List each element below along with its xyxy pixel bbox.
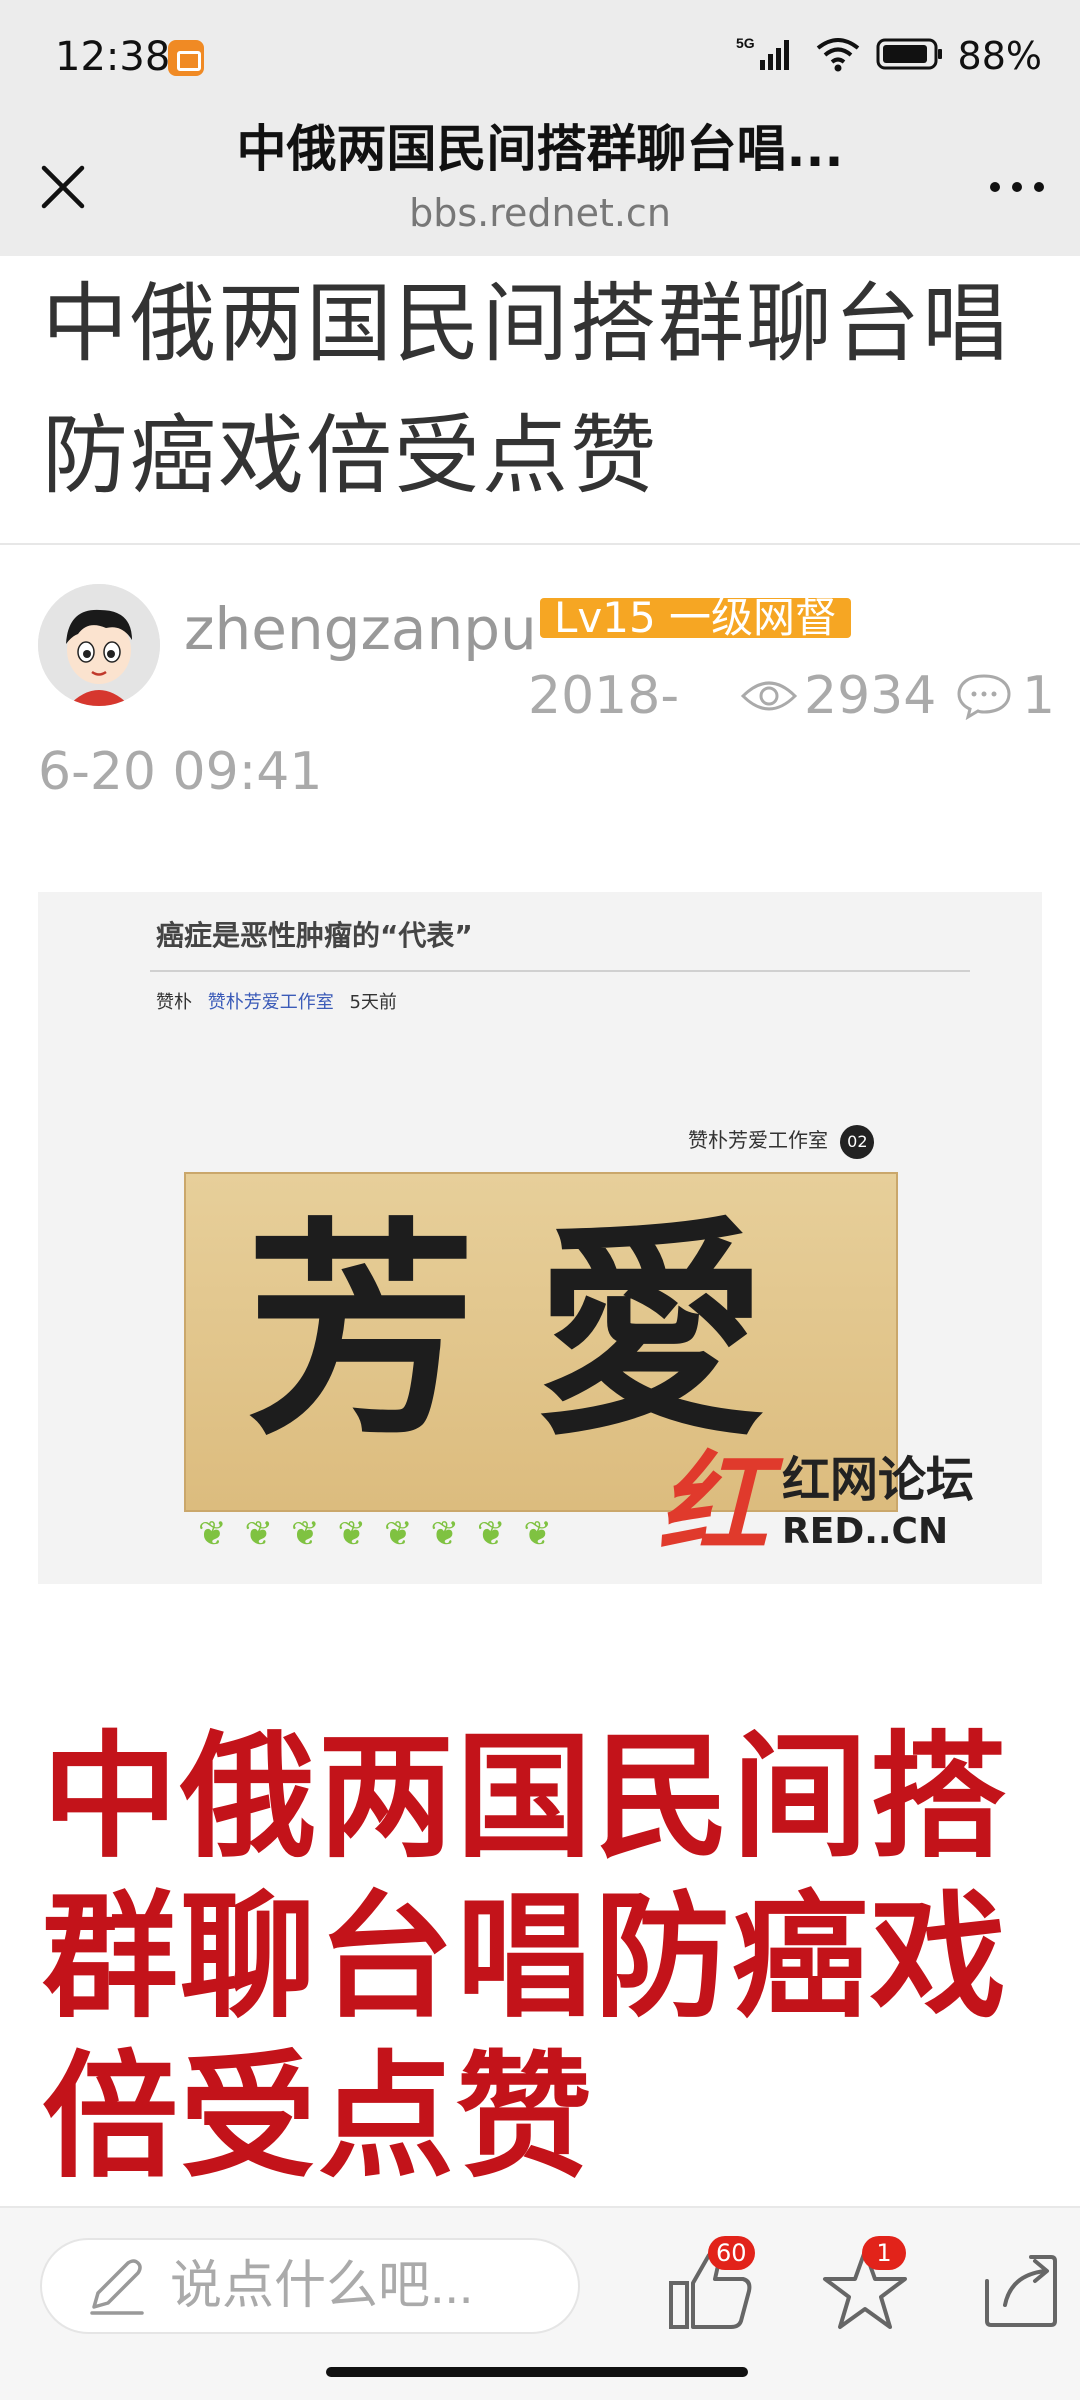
favorite-button[interactable]: 1 xyxy=(810,2234,920,2344)
author-name[interactable]: zhengzanpu xyxy=(184,594,537,664)
status-time: 12:38 xyxy=(55,34,171,80)
article-image[interactable]: 癌症是恶性肿瘤的“代表” 赞朴 赞朴芳爱工作室 5天前 赞朴芳爱工作室 02 芳… xyxy=(38,892,1042,1584)
divider xyxy=(0,543,1080,545)
browser-header: 中俄两国民间搭群聊台唱... bbs.rednet.cn xyxy=(0,118,1080,256)
article-title: 中俄两国民间搭群聊台唱防癌戏倍受点赞 xyxy=(42,274,1010,506)
image-studio-label: 赞朴芳爱工作室 02 xyxy=(688,1124,875,1159)
screen: 12:38 5G 88% 中俄两国民间搭群聊台唱... bbs.rednet.c… xyxy=(0,0,1080,2400)
image-meta-author: 赞朴 xyxy=(156,992,192,1013)
close-icon xyxy=(41,165,85,209)
rednet-logo-url: RED..CN xyxy=(782,1511,949,1552)
view-count: 2934 xyxy=(740,664,936,728)
status-bar: 12:38 5G 88% xyxy=(0,0,1080,118)
comment-input-box[interactable] xyxy=(40,2238,580,2334)
image-sprouts-decoration: ❦❦❦❦❦❦❦❦ xyxy=(198,1514,570,1554)
close-button[interactable] xyxy=(28,152,98,222)
article-headline: 中俄两国民间搭群聊台唱防癌戏倍受点赞 xyxy=(42,1719,1008,2197)
comment-input[interactable] xyxy=(170,2256,570,2316)
post-date: 2018- xyxy=(528,666,680,726)
image-caption: 癌症是恶性肿瘤的“代表” xyxy=(156,919,473,952)
more-options-button[interactable] xyxy=(982,152,1052,222)
image-divider xyxy=(150,970,970,972)
share-icon xyxy=(985,2255,1057,2327)
share-button[interactable] xyxy=(964,2234,1074,2344)
image-studio-number: 02 xyxy=(840,1125,875,1159)
battery-percent: 88% xyxy=(957,34,1042,78)
home-indicator[interactable] xyxy=(326,2367,748,2377)
battery-icon xyxy=(876,36,944,76)
image-meta-studio: 赞朴芳爱工作室 xyxy=(207,992,334,1013)
comment-count: 1 xyxy=(956,664,1055,728)
image-studio-text: 赞朴芳爱工作室 xyxy=(688,1128,828,1152)
rednet-logo-name: 红网论坛 xyxy=(782,1452,975,1508)
eye-icon xyxy=(740,681,798,711)
image-calligraphy-text: 芳愛 xyxy=(246,1197,826,1467)
page-title: 中俄两国民间搭群聊台唱... xyxy=(236,120,844,178)
image-meta-time: 5天前 xyxy=(349,992,397,1013)
rednet-watermark: 红 红网论坛 RED..CN xyxy=(658,1444,1038,1574)
like-count-badge: 60 xyxy=(708,2236,755,2270)
comment-count-value: 1 xyxy=(1022,666,1056,726)
comment-bubble-icon xyxy=(957,674,1011,720)
more-icon xyxy=(990,182,1044,192)
page-domain: bbs.rednet.cn xyxy=(409,191,671,235)
view-count-value: 2934 xyxy=(804,666,937,726)
avatar[interactable] xyxy=(38,584,160,706)
status-icons: 5G 88% xyxy=(736,34,1042,78)
favorite-count-badge: 1 xyxy=(862,2236,906,2270)
pen-icon xyxy=(90,2259,144,2315)
wifi-icon xyxy=(814,34,862,78)
post-date-continued: 6-20 09:41 xyxy=(38,742,323,802)
signal-icon: 5G xyxy=(736,34,800,78)
level-badge: Lv15 一级网督 xyxy=(540,598,852,638)
notification-app-icon xyxy=(168,40,204,76)
like-button[interactable]: 60 xyxy=(656,2234,766,2344)
svg-text:5G: 5G xyxy=(736,35,755,51)
image-meta: 赞朴 赞朴芳爱工作室 5天前 xyxy=(156,988,397,1014)
rednet-logo-icon: 红 xyxy=(658,1439,768,1568)
avatar-cartoon-icon xyxy=(38,584,160,706)
